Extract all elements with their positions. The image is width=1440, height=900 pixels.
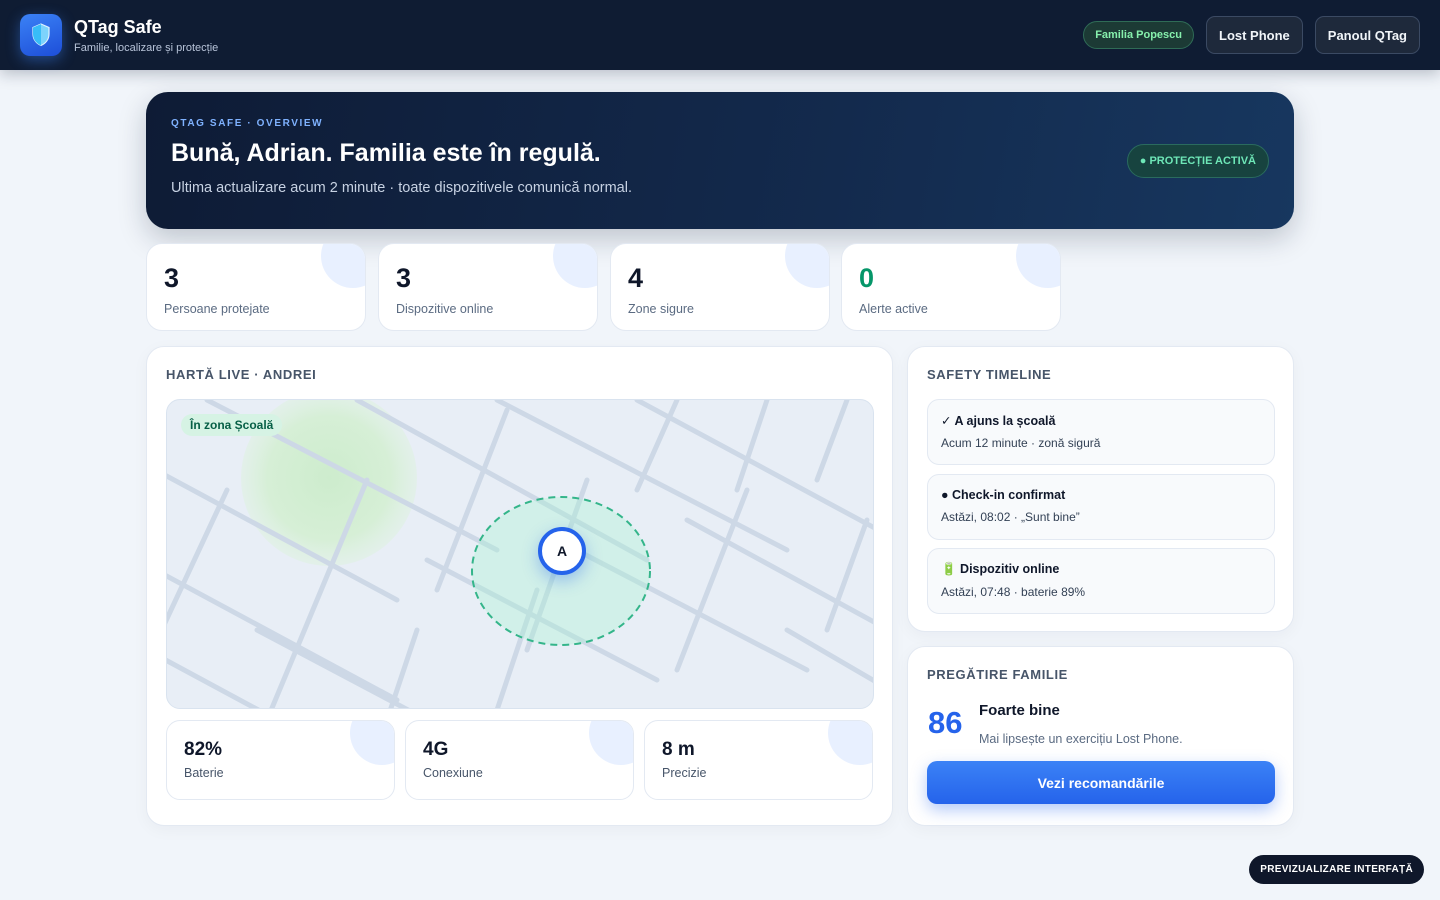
greeting-title: Bună, Adrian. Familia este în regulă. [171,139,601,167]
lost-phone-button[interactable]: Lost Phone [1206,16,1303,54]
live-map[interactable]: În zona Școală A [166,399,874,709]
timeline-item-title: ● Check-in confirmat [941,488,1066,502]
metric-value: 4G [423,739,449,760]
safety-timeline-panel: SAFETY TIMELINE ✓ A ajuns la școală Acum… [907,346,1294,632]
stat-card-active-alerts: 0 Alerte active [841,243,1061,331]
live-map-panel: HARTĂ LIVE · ANDREI În zona Școală A 82%… [146,346,893,826]
stat-label: Zone sigure [628,302,695,316]
metric-value: 82% [184,739,223,760]
overview-hero: QTAG SAFE · OVERVIEW Bună, Adrian. Famil… [146,92,1294,229]
stat-card-protected-people: 3 Persoane protejate [146,243,366,331]
timeline-item-title: ✓ A ajuns la școală [941,414,1056,428]
metric-label: Precizie [662,766,707,780]
brand: QTag Safe Familie, localizare și protecț… [74,16,218,54]
timeline-item[interactable]: 🔋 Dispozitiv online Astăzi, 07:48 · bate… [927,548,1275,614]
metric-label: Baterie [184,766,224,780]
stat-card-safe-zones: 4 Zone sigure [610,243,830,331]
preview-badge: PREVIZUALIZARE INTERFAȚĂ [1249,855,1424,884]
stat-value: 3 [164,263,180,293]
zone-status-badge: În zona Școală [181,414,283,436]
last-update-text: Ultima actualizare acum 2 minute · toate… [171,180,632,196]
timeline-item-title: 🔋 Dispozitiv online [941,562,1060,576]
qtag-panel-button[interactable]: Panoul QTag [1314,16,1420,54]
timeline-item-detail: Acum 12 minute · zonă sigură [941,436,1101,450]
preparedness-score: 86 [928,705,963,740]
shield-icon[interactable] [20,14,62,56]
timeline-item-detail: Astăzi, 08:02 · „Sunt bine” [941,510,1080,524]
map-panel-title: HARTĂ LIVE · ANDREI [166,367,317,382]
map-streets [167,400,873,708]
view-recommendations-button[interactable]: Vezi recomandările [927,761,1275,804]
timeline-title: SAFETY TIMELINE [927,367,1052,382]
metric-connection: 4G Conexiune [405,720,634,800]
app-tagline: Familie, localizare și protecție [74,42,219,54]
stat-label: Dispozitive online [396,302,494,316]
stat-value: 3 [396,263,412,293]
preparedness-title: PREGĂTIRE FAMILIE [927,667,1068,682]
protection-status-badge: ● PROTECȚIE ACTIVĂ [1126,144,1269,178]
stat-value: 0 [859,263,875,293]
app-name: QTag Safe [74,17,162,37]
family-preparedness-panel: PREGĂTIRE FAMILIE 86 Foarte bine Mai lip… [907,646,1294,826]
metric-precision: 8 m Precizie [644,720,873,800]
metric-label: Conexiune [423,766,483,780]
stat-label: Persoane protejate [164,302,270,316]
timeline-item[interactable]: ✓ A ajuns la școală Acum 12 minute · zon… [927,399,1275,465]
preparedness-note: Mai lipsește un exercițiu Lost Phone. [979,732,1183,746]
stat-value: 4 [628,263,644,293]
top-actions: Familia Popescu Lost Phone Panoul QTag [1083,16,1420,54]
top-bar: QTag Safe Familie, localizare și protecț… [0,0,1440,70]
metric-value: 8 m [662,739,695,760]
child-location-marker[interactable]: A [538,527,586,575]
timeline-item-detail: Astăzi, 07:48 · baterie 89% [941,585,1086,599]
stat-label: Alerte active [859,302,928,316]
hero-eyebrow: QTAG SAFE · OVERVIEW [171,118,324,129]
timeline-item[interactable]: ● Check-in confirmat Astăzi, 08:02 · „Su… [927,474,1275,540]
metric-battery: 82% Baterie [166,720,395,800]
preparedness-level: Foarte bine [979,702,1060,719]
family-badge[interactable]: Familia Popescu [1083,21,1194,49]
stat-card-online-devices: 3 Dispozitive online [378,243,598,331]
